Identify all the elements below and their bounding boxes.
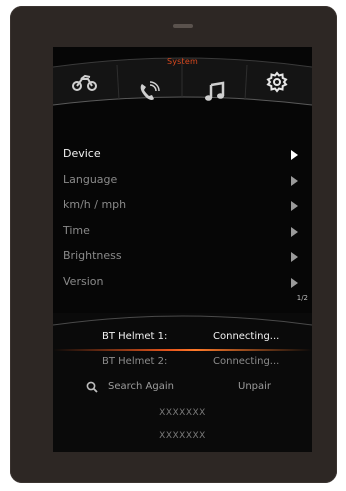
page-indicator: 1/2 xyxy=(296,294,308,302)
bt-helmet-1-status: Connecting... xyxy=(213,331,280,342)
arrow-right-icon xyxy=(291,201,298,212)
menu-item-label: Time xyxy=(63,223,90,237)
speaker-slot xyxy=(173,24,193,28)
bt-helmet-2-status: Connecting... xyxy=(213,356,280,367)
device-code[interactable]: XXXXXXX xyxy=(53,431,312,441)
menu-item-brightness[interactable]: Brightness xyxy=(53,243,312,269)
search-again-button[interactable]: Search Again xyxy=(108,377,174,397)
unpair-button[interactable]: Unpair xyxy=(238,377,271,397)
arrow-right-icon xyxy=(291,150,298,160)
menu-item-label: Version xyxy=(63,274,104,288)
music-note-icon[interactable] xyxy=(201,81,229,103)
menu-item-units[interactable]: km/h / mph xyxy=(53,192,312,218)
bt-helmet-2-label: BT Helmet 2: xyxy=(102,356,168,367)
phone-icon[interactable] xyxy=(135,81,163,103)
settings-menu: Device Language km/h / mph Time Brightne… xyxy=(53,141,312,295)
gear-icon[interactable] xyxy=(263,71,291,93)
arrow-right-icon xyxy=(291,175,298,186)
menu-item-device[interactable]: Device xyxy=(53,141,312,167)
menu-item-time[interactable]: Time xyxy=(53,218,312,244)
menu-item-label: Device xyxy=(63,147,101,160)
arrow-right-icon xyxy=(291,226,298,237)
screen: System Device Language km/h / mph Time B… xyxy=(53,47,312,452)
menu-item-label: Language xyxy=(63,172,118,186)
bt-actions-row: Search Again Unpair xyxy=(53,377,312,397)
menu-item-version[interactable]: Version xyxy=(53,269,312,295)
selection-underline xyxy=(53,349,312,351)
arrow-right-icon xyxy=(291,277,298,288)
menu-item-label: Brightness xyxy=(63,249,122,263)
menu-item-label: km/h / mph xyxy=(63,198,127,212)
search-icon[interactable] xyxy=(86,381,98,393)
device-bezel: System Device Language km/h / mph Time B… xyxy=(10,6,337,483)
menu-item-language[interactable]: Language xyxy=(53,167,312,193)
bt-helmet-1-row[interactable]: BT Helmet 1: Connecting... xyxy=(53,327,312,347)
arrow-right-icon xyxy=(291,252,298,263)
device-code[interactable]: XXXXXXX xyxy=(53,408,312,418)
motorcycle-icon[interactable] xyxy=(71,71,99,93)
page-title: System xyxy=(166,57,199,66)
bt-helmet-1-label: BT Helmet 1: xyxy=(102,331,168,342)
bt-helmet-2-row[interactable]: BT Helmet 2: Connecting... xyxy=(53,352,312,372)
